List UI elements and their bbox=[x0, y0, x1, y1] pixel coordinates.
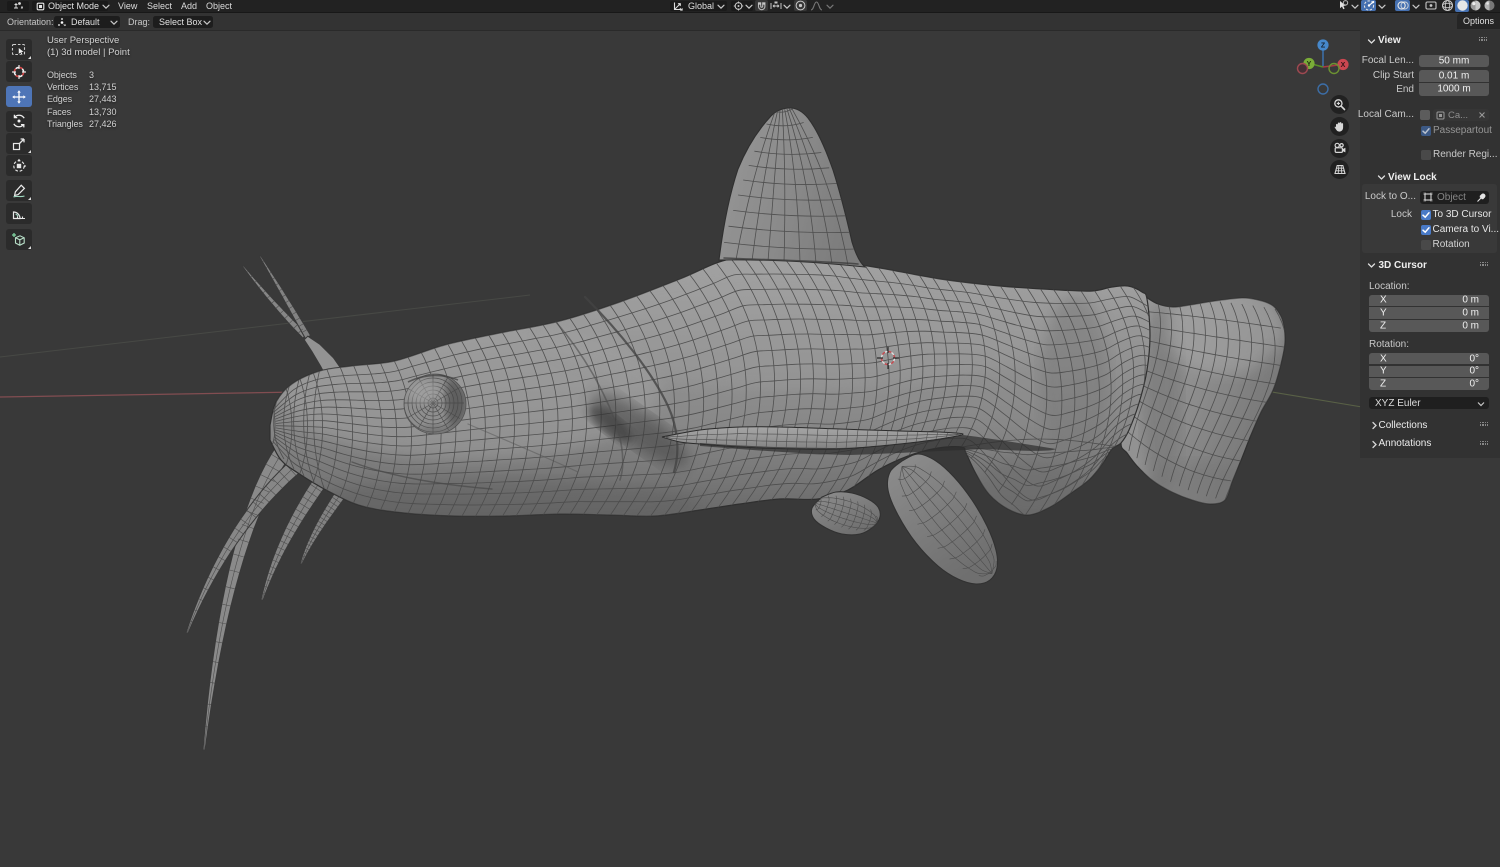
svg-text:Z: Z bbox=[1321, 42, 1326, 49]
svg-text:X: X bbox=[1341, 62, 1346, 69]
